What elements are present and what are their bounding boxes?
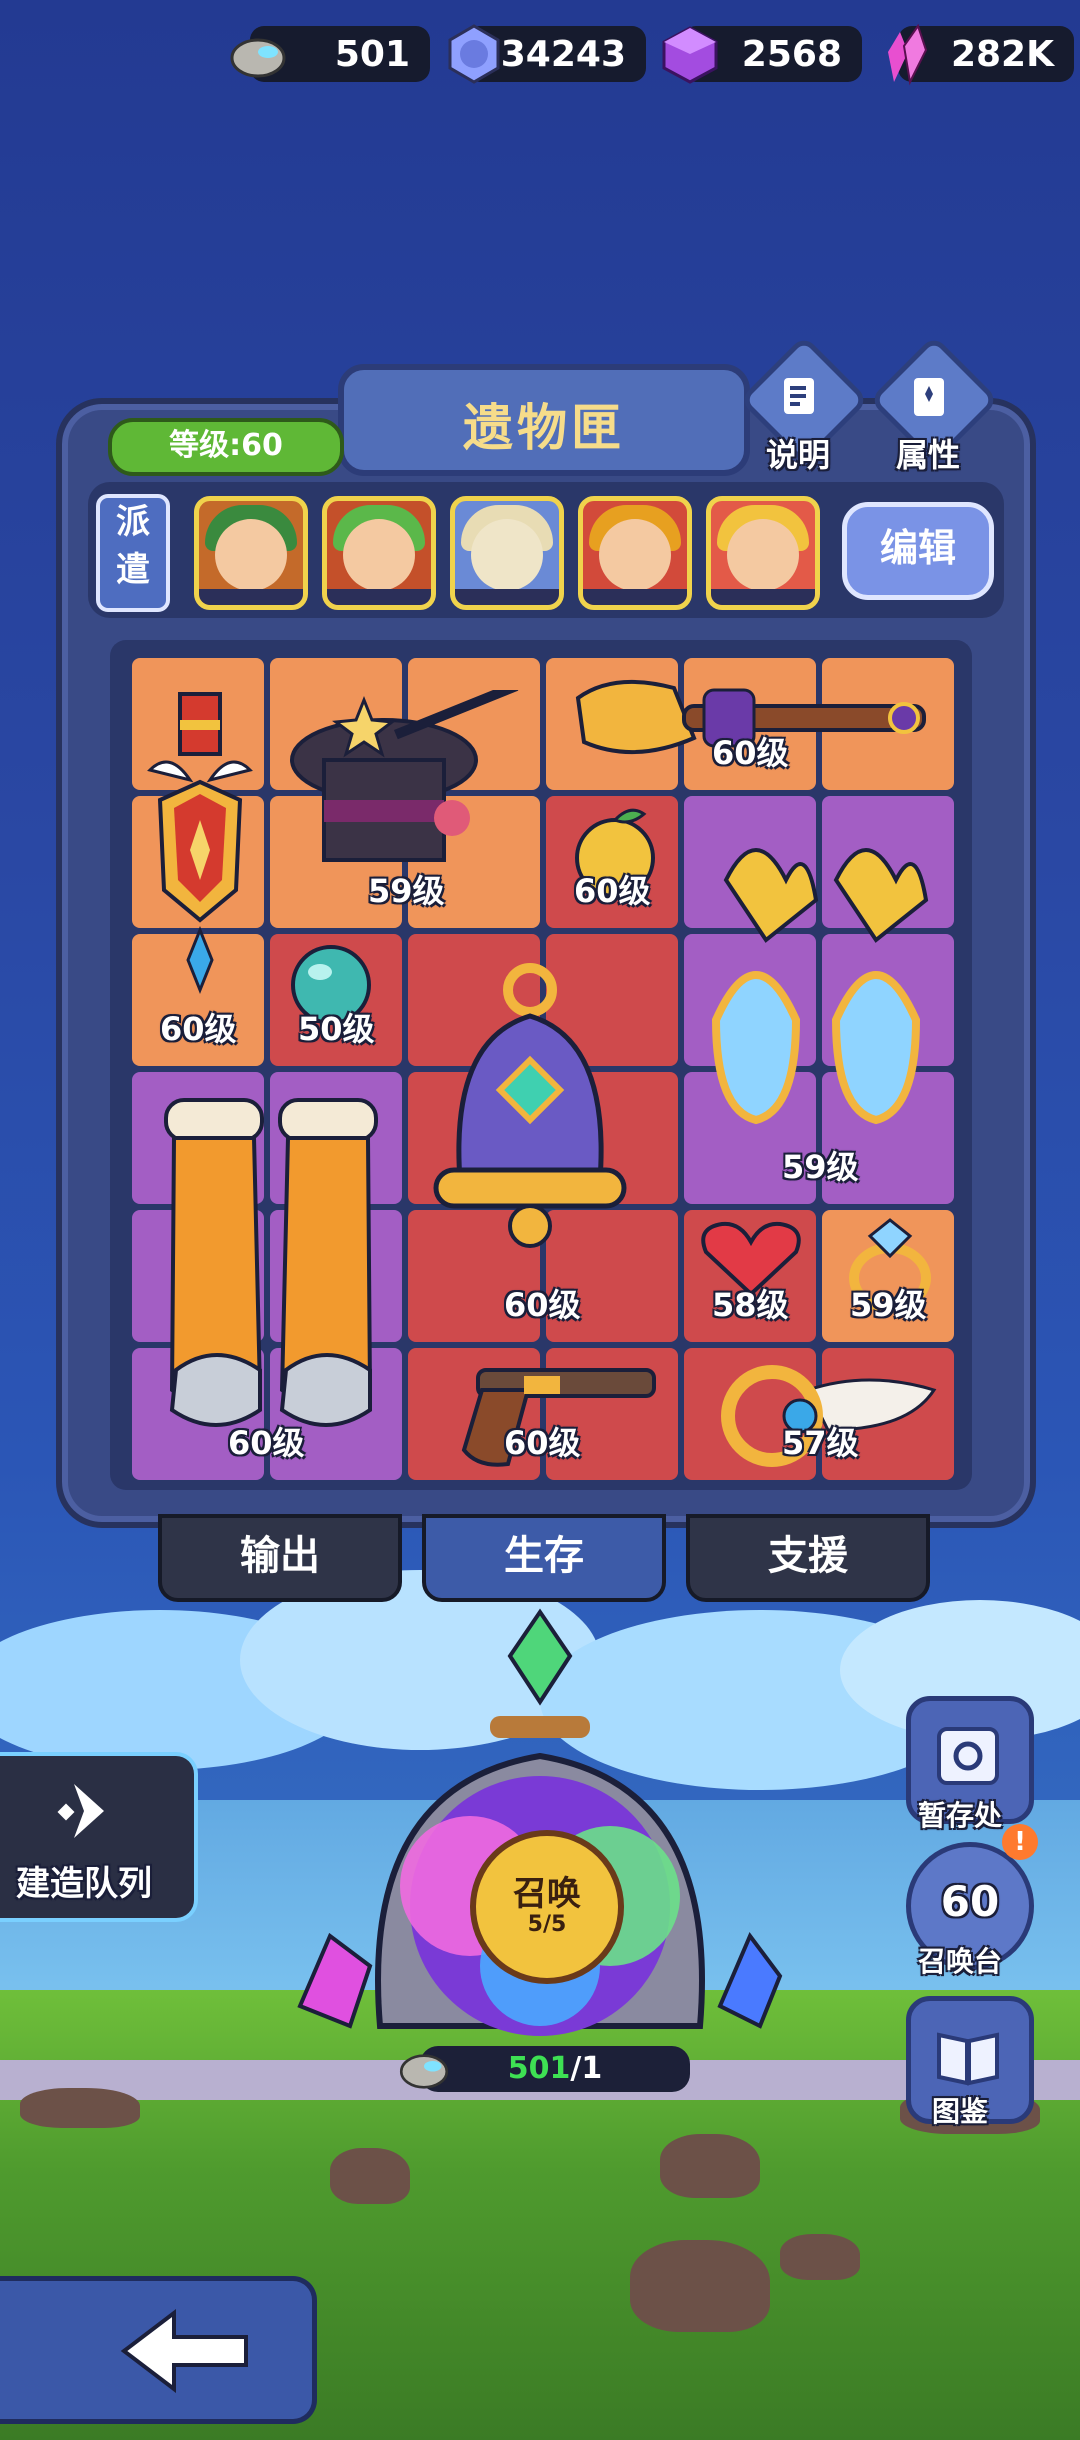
hero-face: [599, 519, 671, 591]
panel-title-plate: 遗物匣: [338, 364, 750, 476]
resource-medal: 34243: [448, 24, 646, 84]
hero-stars: [327, 589, 431, 605]
magenta-crystal-icon: [297, 1932, 373, 2029]
item-level: 60级: [228, 1424, 305, 1462]
stone-icon: [399, 2054, 449, 2089]
rock: [20, 2088, 140, 2128]
codex-book-icon: [937, 2032, 999, 2086]
summon-count: 5/5: [527, 1912, 567, 1937]
dispatch-button[interactable]: 派遣: [96, 494, 170, 612]
summon-cost: 501/1: [420, 2046, 690, 2092]
boots-icon[interactable]: [156, 1090, 386, 1450]
level-badge: 等级:60: [108, 418, 344, 476]
item-level: 59级: [368, 872, 445, 910]
crystal-earrings-icon[interactable]: [696, 820, 956, 1150]
item-level: 59级: [782, 1148, 859, 1186]
item-level: 57级: [782, 1424, 859, 1462]
tab-survival[interactable]: 生存: [422, 1514, 666, 1602]
hero-face: [471, 519, 543, 591]
attributes-label[interactable]: 属性: [896, 430, 960, 476]
hero-slot-2[interactable]: [322, 496, 436, 610]
hero-stars: [711, 589, 815, 605]
blue-crystal-icon: [717, 1932, 783, 2029]
item-level: 60级: [504, 1286, 581, 1324]
hero-slot-4[interactable]: [578, 496, 692, 610]
resource-crystal: 282K: [888, 23, 1074, 86]
storage-label: 暂存处: [918, 1799, 1003, 1832]
arrow-right-icon: [57, 1784, 104, 1838]
build-queue-button[interactable]: 建造队列: [0, 1752, 198, 1922]
summon-button[interactable]: 召唤 5/5: [470, 1830, 624, 1984]
item-level: 60级: [160, 1010, 237, 1048]
help-icon: [784, 378, 814, 414]
bell-icon[interactable]: [420, 960, 640, 1260]
rock: [330, 2148, 410, 2204]
summon-label: 召唤: [513, 1874, 581, 1914]
summon-cost-have: 501: [507, 2051, 571, 2086]
hero-face: [727, 519, 799, 591]
crystal-icon: [888, 23, 928, 86]
book-icon: [914, 378, 944, 416]
summon-cost-need: 1: [581, 2051, 603, 2086]
safe-icon: [937, 1727, 999, 1785]
resource-cube: 2568: [662, 26, 862, 84]
item-level: 50级: [298, 1010, 375, 1048]
panel-title: 遗物匣: [463, 399, 625, 457]
item-level: 60级: [574, 872, 651, 910]
rock: [780, 2234, 860, 2280]
summon-altar-label: 召唤台: [918, 1945, 1003, 1978]
purple-cube-icon: [662, 26, 718, 84]
summon-altar-level: 60: [940, 1877, 1000, 1926]
item-level: 60级: [712, 734, 789, 772]
rock: [660, 2134, 760, 2198]
hero-face: [215, 519, 287, 591]
stone-icon: [230, 38, 286, 78]
magic-hat-icon[interactable]: [284, 690, 528, 890]
help-label[interactable]: 说明: [766, 430, 830, 476]
back-arrow-icon: [120, 2309, 248, 2393]
resource-stone: 501: [230, 26, 430, 82]
edit-button[interactable]: 编辑: [842, 502, 994, 600]
rock: [630, 2240, 770, 2332]
hero-stars: [199, 589, 303, 605]
item-level: 60级: [504, 1424, 581, 1462]
hero-slot-3[interactable]: [450, 496, 564, 610]
build-queue-label: 建造队列: [16, 1864, 152, 1904]
item-level: 59级: [850, 1286, 927, 1324]
medal-icon[interactable]: [140, 690, 260, 1020]
hero-stars: [583, 589, 687, 605]
item-level: 58级: [712, 1286, 789, 1324]
gem-medal-icon: [448, 24, 500, 84]
hero-slot-5[interactable]: [706, 496, 820, 610]
tab-output[interactable]: 输出: [158, 1514, 402, 1602]
tab-support[interactable]: 支援: [686, 1514, 930, 1602]
hero-stars: [455, 589, 559, 605]
hero-slot-1[interactable]: [194, 496, 308, 610]
hero-face: [343, 519, 415, 591]
alert-badge: !: [1002, 1824, 1038, 1860]
codex-label: 图鉴: [932, 2095, 989, 2128]
summon-cost-separator: /: [570, 2051, 582, 2086]
back-button[interactable]: [0, 2276, 317, 2424]
green-crystal-icon: [507, 1608, 573, 1706]
